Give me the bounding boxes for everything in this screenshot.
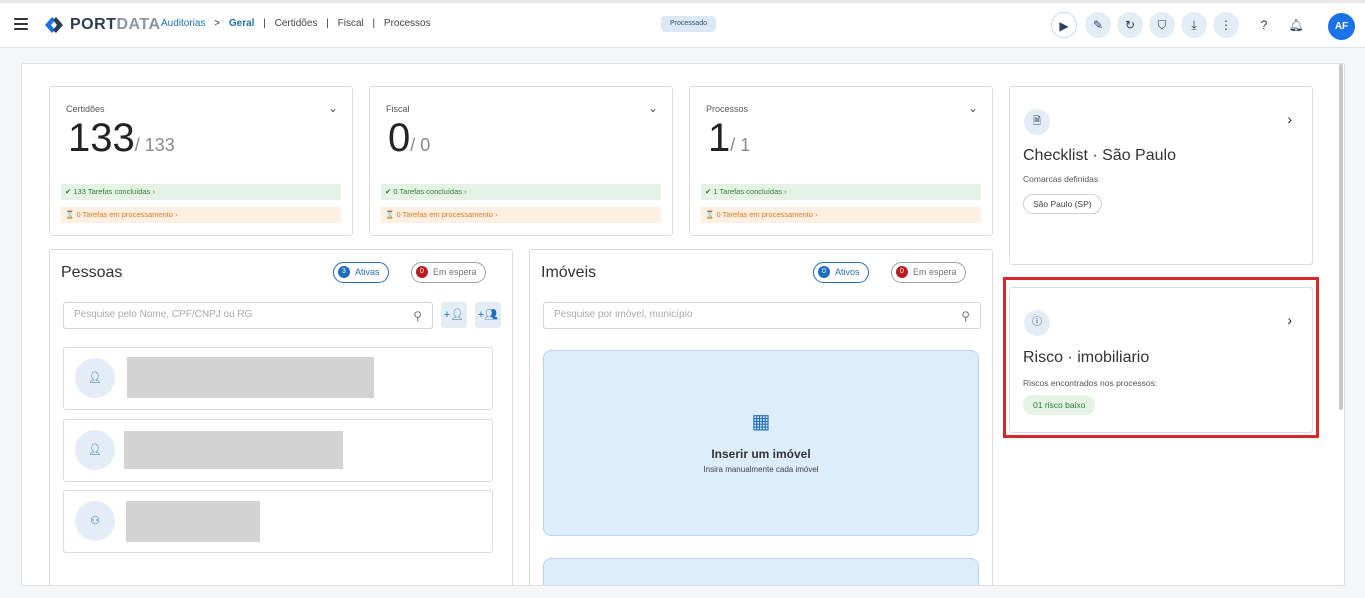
list-item[interactable]: 👤︎: [63, 347, 493, 410]
top-bar: PORTDATA Auditorias > Geral | Certidões …: [0, 0, 1365, 48]
help-icon[interactable]: ?: [1251, 12, 1277, 38]
pessoas-card: Pessoas 3Ativas 0Em espera ⚲ +👤︎ +👥︎ 👤︎ …: [49, 249, 513, 585]
breadcrumb-separator: |: [263, 18, 266, 29]
person-icon: 👤︎: [75, 430, 115, 470]
breadcrumb-arrow: >: [214, 18, 221, 29]
stat-label: Processos: [706, 104, 749, 114]
tasks-processing[interactable]: ⌛ 0 Tarefas em processamento ›: [61, 207, 341, 223]
list-item[interactable]: 👤︎: [63, 419, 493, 482]
comarca-chip: São Paulo (SP): [1023, 194, 1102, 214]
logo-mark-icon: [45, 17, 63, 33]
avatar[interactable]: AF: [1328, 13, 1355, 40]
imoveis-search[interactable]: ⚲: [543, 302, 981, 329]
edit-icon[interactable]: ✎: [1085, 12, 1111, 38]
section-title: Pessoas: [61, 264, 123, 281]
highlight-box: [1003, 277, 1319, 438]
scrollbar[interactable]: [1339, 64, 1343, 410]
stat-label: Fiscal: [386, 104, 410, 114]
refresh-icon[interactable]: ↻: [1117, 12, 1143, 38]
redacted-name: [124, 431, 343, 469]
list-item[interactable]: ⚇: [63, 490, 493, 553]
search-icon[interactable]: ⚲: [961, 309, 970, 323]
tasks-processing[interactable]: ⌛ 0 Tarefas em processamento ›: [381, 207, 661, 223]
breadcrumb-processos[interactable]: Processos: [384, 18, 431, 29]
imoveis-card: Imóveis 0Ativos 0Em espera ⚲ ▦ Inserir u…: [529, 249, 993, 585]
add-group-button[interactable]: +👥︎: [475, 302, 501, 328]
checklist-title: Checklist · São Paulo: [1023, 147, 1176, 164]
company-icon: ⚇: [75, 501, 115, 541]
breadcrumb-separator: |: [326, 18, 329, 29]
filter-ativos[interactable]: 0 Ativos: [813, 262, 869, 283]
stat-value: 133/ 133: [68, 116, 175, 160]
chevron-down-icon[interactable]: ⌄: [968, 101, 978, 115]
breadcrumb-auditorias[interactable]: Auditorias: [161, 18, 205, 29]
chevron-down-icon[interactable]: ⌄: [648, 101, 658, 115]
breadcrumb-certidoes[interactable]: Certidões: [275, 18, 318, 29]
chevron-right-icon[interactable]: ›: [1287, 111, 1292, 127]
stat-label: Certidões: [66, 104, 105, 114]
search-input[interactable]: [554, 309, 944, 320]
breadcrumb-geral[interactable]: Geral: [229, 18, 255, 29]
download-icon[interactable]: ⤓: [1181, 12, 1207, 38]
stat-value: 1/ 1: [708, 116, 751, 160]
chevron-down-icon[interactable]: ⌄: [328, 101, 338, 115]
person-icon: 👤︎: [75, 358, 115, 398]
checklist-subtitle: Comarcas definidas: [1023, 174, 1099, 184]
checklist-card[interactable]: 🗎︎ › Checklist · São Paulo Comarcas defi…: [1009, 86, 1313, 265]
redacted-name: [127, 357, 374, 398]
status-badge: Processado: [661, 16, 716, 32]
section-title: Imóveis: [541, 264, 597, 281]
tasks-done[interactable]: ✔ 0 Tarefas concluídas ›: [381, 184, 661, 200]
search-icon[interactable]: ⚲: [413, 309, 422, 323]
tasks-done[interactable]: ✔ 133 Tarefas concluídas ›: [61, 184, 341, 200]
menu-icon[interactable]: [14, 18, 28, 30]
add-person-button[interactable]: +👤︎: [441, 302, 467, 328]
search-input[interactable]: [74, 309, 404, 320]
tasks-processing[interactable]: ⌛ 0 Tarefas em processamento ›: [701, 207, 981, 223]
breadcrumb: Auditorias > Geral | Certidões | Fiscal …: [161, 18, 431, 29]
building-add-icon: ▦: [751, 411, 771, 433]
filter-em-espera[interactable]: 0 Em espera: [411, 262, 486, 283]
bell-icon[interactable]: 🔔︎: [1283, 12, 1309, 38]
filter-em-espera[interactable]: 0 Em espera: [891, 262, 966, 283]
insert-subtitle: Insira manualmente cada imóvel: [703, 465, 819, 474]
stat-card-certidoes: Certidões ⌄ 133/ 133 ✔ 133 Tarefas concl…: [49, 86, 353, 236]
shield-check-icon[interactable]: ⛉: [1149, 12, 1175, 38]
logo-text: PORTDATA: [70, 16, 161, 33]
document-check-icon: 🗎︎: [1024, 109, 1050, 135]
property-card[interactable]: [543, 558, 979, 585]
stat-card-fiscal: Fiscal ⌄ 0/ 0 ✔ 0 Tarefas concluídas › ⌛…: [369, 86, 673, 236]
redacted-name: [126, 501, 260, 542]
stat-card-processos: Processos ⌄ 1/ 1 ✔ 1 Tarefas concluídas …: [689, 86, 993, 236]
filter-ativas[interactable]: 3 Ativas: [333, 262, 389, 283]
breadcrumb-separator: |: [372, 18, 376, 29]
stat-value: 0/ 0: [388, 116, 431, 160]
more-vertical-icon[interactable]: ⋮: [1213, 12, 1239, 38]
tasks-done[interactable]: ✔ 1 Tarefas concluídas ›: [701, 184, 981, 200]
logo[interactable]: PORTDATA: [44, 15, 161, 35]
insert-title: Inserir um imóvel: [711, 447, 811, 461]
play-icon[interactable]: ▶: [1051, 12, 1077, 38]
insert-property-button[interactable]: ▦ Inserir um imóvel Insira manualmente c…: [543, 350, 979, 536]
pessoas-search[interactable]: ⚲: [63, 302, 433, 329]
breadcrumb-fiscal[interactable]: Fiscal: [338, 18, 364, 29]
